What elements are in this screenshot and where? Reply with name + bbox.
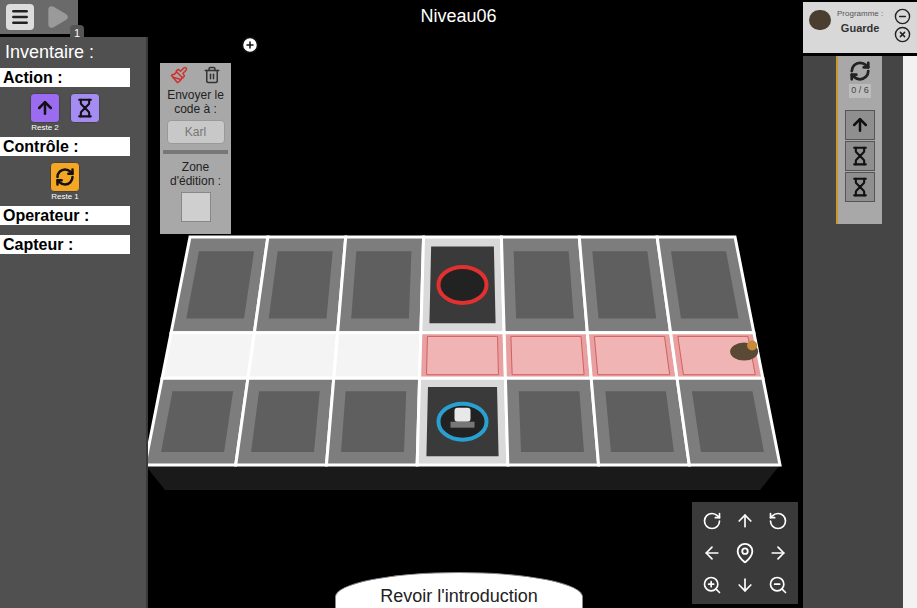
wall-tile: [501, 237, 587, 333]
left-icon[interactable]: [702, 543, 722, 563]
robot-icon: [451, 408, 475, 428]
detected-tile: [504, 333, 591, 379]
game-screen: Niveau061 Inventaire :Action : Reste 2 Cont…: [0, 0, 917, 608]
menu-button[interactable]: [6, 4, 34, 30]
minimize-icon[interactable]: [894, 8, 911, 25]
wall-tile: [579, 237, 670, 333]
inventory-title: Inventaire :: [0, 37, 146, 68]
right-icon[interactable]: [768, 543, 788, 563]
intro-button[interactable]: Revoir l'introduction: [335, 572, 583, 608]
camera-controls: [692, 502, 798, 604]
detected-tile: [420, 333, 506, 379]
wall-tile: [326, 378, 419, 465]
spawn-tile: [417, 378, 508, 465]
recipient-field[interactable]: Karl: [167, 120, 225, 144]
detected-tile: [671, 333, 763, 379]
inventory-section: Operateur :: [0, 206, 146, 235]
inventory-section: Contrôle : Reste 1: [0, 137, 146, 206]
wall-tile: [677, 378, 780, 465]
inventory-block[interactable]: Reste 2: [30, 93, 60, 133]
block-remaining: Reste 2: [31, 123, 59, 133]
forward-icon: [35, 98, 55, 118]
script-column: 0 / 6: [836, 56, 882, 224]
section-label: Operateur :: [0, 206, 130, 225]
inventory-panel: Inventaire :Action : Reste 2 Contrôle : Res…: [0, 37, 148, 608]
wall-tile: [236, 378, 334, 465]
hourglass-icon: [75, 98, 95, 118]
guard-icon: [730, 341, 758, 361]
floor-tile: [248, 333, 338, 379]
focus-icon[interactable]: [734, 542, 756, 564]
script-block[interactable]: [845, 110, 875, 140]
menu-icon: [10, 7, 30, 27]
trash-icon[interactable]: [203, 66, 221, 84]
wall-tile: [145, 378, 248, 465]
zoom-in-icon[interactable]: [702, 575, 722, 595]
play-icon: [44, 4, 70, 30]
block-remaining: Reste 1: [51, 192, 79, 202]
down-icon[interactable]: [735, 575, 755, 595]
edit-panel: Envoyer le code à : Karl Zone d'édition :: [160, 63, 231, 234]
program-name: Guarde: [841, 20, 880, 37]
script-block[interactable]: [845, 141, 875, 171]
level-title: Niveau06: [0, 3, 917, 30]
rotate-left-icon[interactable]: [768, 511, 788, 531]
scrollbar[interactable]: [903, 56, 917, 608]
inventory-section: Action : Reste 2: [0, 68, 146, 137]
loop-icon: [55, 167, 75, 187]
hourglass-icon: [850, 177, 870, 197]
brush-icon[interactable]: [170, 66, 188, 84]
inventory-block[interactable]: [70, 93, 100, 133]
agent-card: Programme :Guarde: [803, 2, 917, 53]
rotate-right-icon[interactable]: [702, 511, 722, 531]
section-label: Contrôle :: [0, 137, 130, 156]
send-label: Envoyer le code à :: [163, 88, 228, 116]
exit-tile: [421, 237, 504, 333]
inventory-block[interactable]: Reste 1: [50, 162, 80, 202]
top-toolbar: 1: [0, 0, 78, 34]
section-label: Capteur :: [0, 235, 130, 254]
forward-icon: [850, 115, 870, 135]
script-panel: 0 / 6: [803, 56, 917, 608]
zoom-out-icon[interactable]: [768, 575, 788, 595]
loop-icon: [849, 60, 871, 82]
wall-tile: [171, 237, 268, 333]
wall-tile: [505, 378, 598, 465]
hourglass-icon: [850, 146, 870, 166]
program-label: Programme :: [837, 8, 883, 20]
play-button[interactable]: 1: [42, 3, 72, 31]
inventory-section: Capteur :: [0, 235, 146, 264]
floor-tile: [162, 333, 254, 379]
zone-label: Zone d'édition :: [163, 160, 228, 188]
wall-tile: [657, 237, 754, 333]
wall-tile: [338, 237, 424, 333]
script-counter: 0 / 6: [849, 84, 871, 98]
add-icon[interactable]: [241, 36, 259, 54]
floor-tile: [334, 333, 421, 379]
wall-tile: [254, 237, 345, 333]
script-block[interactable]: [845, 172, 875, 202]
up-icon[interactable]: [735, 511, 755, 531]
detected-tile: [587, 333, 677, 379]
section-label: Action :: [0, 68, 130, 87]
close-icon[interactable]: [894, 26, 911, 43]
guard-icon: [809, 10, 831, 30]
wall-tile: [591, 378, 689, 465]
edit-zone[interactable]: [181, 192, 211, 222]
